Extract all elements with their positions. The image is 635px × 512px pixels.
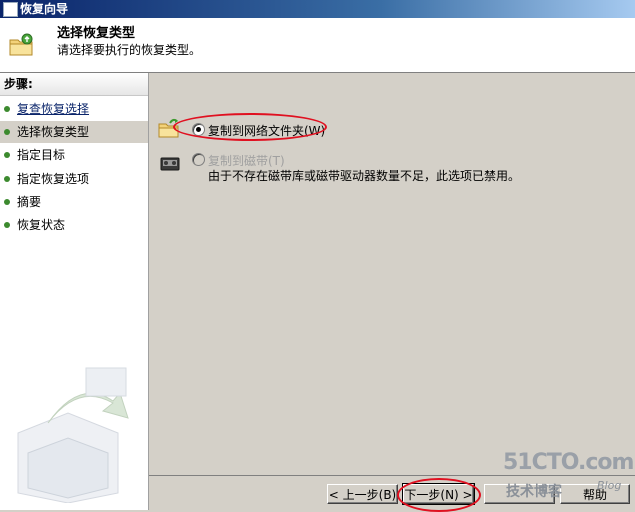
- wizard-footer: < 上一步(B) 下一步(N) > 帮助: [149, 475, 635, 512]
- steps-sidebar: 步骤: 复查恢复选择 选择恢复类型 指定目标 指定恢复选项 摘要 恢复状态: [0, 73, 149, 510]
- site-blog-label: Blog: [597, 479, 622, 492]
- highlight-annotation: [397, 478, 481, 512]
- steps-header: 步骤:: [0, 73, 148, 96]
- step-bullet-icon: [4, 129, 10, 135]
- step-label: 选择恢复类型: [17, 125, 90, 139]
- step-bullet-icon: [4, 199, 10, 205]
- step-recovery-options: 指定恢复选项: [0, 168, 148, 190]
- back-button[interactable]: < 上一步(B): [327, 484, 398, 504]
- tape-icon: [160, 157, 180, 171]
- step-recovery-status: 恢复状态: [0, 214, 148, 236]
- step-summary: 摘要: [0, 191, 148, 213]
- step-bullet-icon: [4, 152, 10, 158]
- content-panel: 复制到网络文件夹(W) 复制到磁带(T) 由于不存在磁带库或磁带驱动器数量不足，…: [149, 73, 635, 475]
- highlight-annotation: [173, 113, 327, 141]
- step-label: 恢复状态: [17, 218, 66, 232]
- steps-header-label: 步骤:: [4, 77, 33, 91]
- step-specify-target: 指定目标: [0, 144, 148, 166]
- step-label: 指定恢复选项: [17, 172, 90, 186]
- step-label: 指定目标: [17, 148, 66, 162]
- step-bullet-icon: [4, 176, 10, 182]
- step-bullet-icon: [4, 222, 10, 228]
- app-icon: [3, 2, 18, 17]
- page-subtitle: 请选择要执行的恢复类型。: [57, 43, 202, 57]
- step-label: 摘要: [17, 195, 42, 209]
- restore-folder-icon: [9, 33, 33, 56]
- page-title: 选择恢复类型: [57, 26, 136, 41]
- wizard-watermark-graphic: [17, 367, 129, 503]
- step-bullet-icon: [4, 106, 10, 112]
- window-title-bar[interactable]: 恢复向导: [0, 0, 635, 18]
- site-tagline: 技术博客: [506, 484, 562, 500]
- wizard-header: 选择恢复类型 请选择要执行的恢复类型。: [0, 18, 635, 73]
- step-review-selection[interactable]: 复查恢复选择: [0, 98, 148, 120]
- step-select-recovery-type[interactable]: 选择恢复类型: [0, 121, 148, 143]
- tape-disabled-description: 由于不存在磁带库或磁带驱动器数量不足，此选项已禁用。: [208, 169, 521, 183]
- site-watermark: 51CTO.com: [503, 450, 634, 475]
- window-title: 恢复向导: [20, 2, 69, 16]
- step-label: 复查恢复选择: [17, 102, 90, 116]
- tape-radio[interactable]: [192, 153, 205, 166]
